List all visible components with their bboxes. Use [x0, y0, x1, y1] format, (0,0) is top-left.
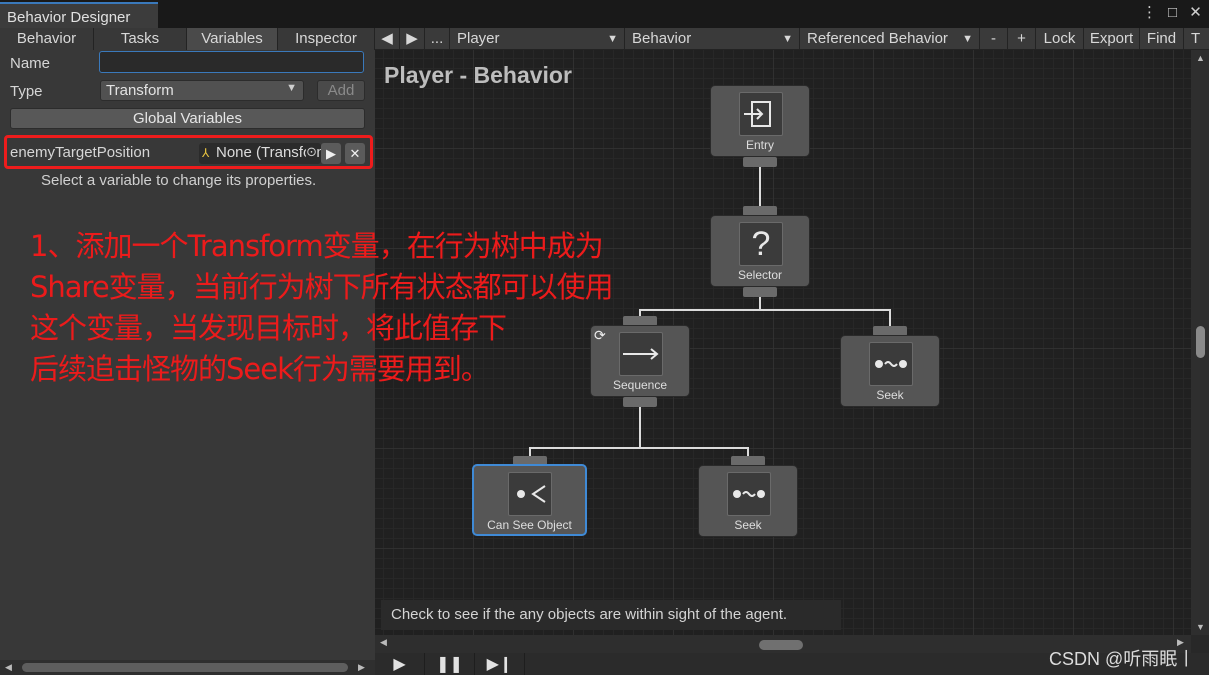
dropdown-caret-icon: ▼ [962, 33, 973, 45]
tab-variables[interactable]: Variables [187, 28, 278, 50]
zoom-in-button[interactable]: + [1008, 28, 1036, 50]
output-port[interactable] [743, 287, 777, 297]
global-variables-button[interactable]: Global Variables [10, 108, 365, 129]
annotation-line: Share变量，当前行为树下所有状态都可以使用 [30, 270, 614, 304]
close-icon[interactable]: ✕ [1188, 4, 1203, 22]
step-icon: ▶❙ [486, 656, 513, 673]
select-variable-hint: Select a variable to change its properti… [41, 172, 317, 189]
output-port[interactable] [623, 397, 657, 407]
seek-icon [727, 472, 771, 516]
type-label: Type [10, 83, 43, 100]
pause-button[interactable]: ❚❚ [425, 653, 475, 675]
annotation-line: 这个变量，当发现目标时，将此值存下 [30, 311, 507, 345]
annotation-line: 1、添加一个Transform变量，在行为树中成为 [30, 229, 604, 263]
object-select[interactable]: Player ▼ [450, 28, 625, 50]
object-select-value: Player [457, 30, 500, 47]
dropdown-caret-icon: ▼ [607, 33, 618, 45]
forward-button[interactable]: ▶ [400, 28, 425, 50]
export-button[interactable]: Export [1084, 28, 1140, 50]
zoom-out-button[interactable]: - [980, 28, 1008, 50]
pause-icon: ❚❚ [436, 656, 463, 673]
selector-node-label: Selector [737, 268, 783, 282]
entry-node-label: Entry [745, 138, 774, 152]
output-port[interactable] [743, 157, 777, 167]
name-label: Name [10, 55, 51, 72]
behavior-select[interactable]: Behavior ▼ [625, 28, 800, 50]
question-mark-icon: ? [739, 222, 783, 266]
annotation-text: 1、添加一个Transform变量，在行为树中成为 Share变量，当前行为树下… [30, 226, 720, 390]
seek-node-label: Seek [876, 388, 904, 402]
more-button[interactable]: ... [425, 28, 450, 50]
seek-node-bottom[interactable]: Seek [698, 465, 798, 537]
play-button[interactable]: ▶ [375, 653, 425, 675]
close-icon: ✕ [349, 146, 361, 161]
selector-node[interactable]: ? Selector [710, 215, 810, 287]
type-select-value: Transform [106, 82, 174, 99]
dropdown-caret-icon: ▼ [286, 82, 297, 94]
back-button[interactable]: ◀ [375, 28, 400, 50]
behavior-select-value: Behavior [632, 30, 692, 47]
connection-wire [639, 406, 641, 448]
connection-wire [529, 447, 749, 449]
scroll-down-arrow-icon[interactable]: ▼ [1196, 622, 1205, 632]
variable-name-input[interactable] [99, 51, 364, 73]
variable-row-highlight: enemyTargetPosition ⅄None (Transform) ⊙ … [4, 135, 373, 169]
tab-behavior[interactable]: Behavior [0, 28, 94, 50]
watermark: CSDN @听雨眠丨 [1049, 649, 1196, 669]
play-arrow-icon: ▶ [326, 146, 336, 161]
variable-name[interactable]: enemyTargetPosition [10, 144, 150, 161]
graph-title: Player - Behavior [384, 62, 572, 88]
seek-icon [869, 342, 913, 386]
connection-wire [889, 309, 891, 327]
entry-node[interactable]: Entry [710, 85, 810, 157]
scroll-up-arrow-icon[interactable]: ▲ [1196, 53, 1205, 63]
can-see-object-label: Can See Object [487, 518, 572, 532]
play-icon: ▶ [393, 656, 406, 673]
scroll-right-arrow-icon[interactable]: ▶ [358, 660, 365, 675]
window-titlebar: Behavior Designer ⋮ □ ✕ [0, 0, 1209, 28]
graph-toolbar: ◀ ▶ ... Player ▼ Behavior ▼ Referenced B… [375, 28, 1209, 50]
kebab-menu-icon[interactable]: ⋮ [1142, 4, 1157, 22]
add-variable-button[interactable]: Add [317, 80, 365, 101]
can-see-object-node[interactable]: Can See Object [472, 464, 587, 536]
connection-wire [759, 296, 761, 310]
seek-node-label: Seek [734, 518, 762, 532]
tab-inspector[interactable]: Inspector [278, 28, 375, 50]
expand-variable-button[interactable]: ▶ [321, 143, 341, 164]
scroll-left-arrow-icon[interactable]: ◀ [380, 637, 387, 648]
left-horizontal-scrollbar[interactable]: ◀ ▶ [0, 660, 375, 675]
find-button[interactable]: Find [1140, 28, 1184, 50]
seek-node-right[interactable]: Seek [840, 335, 940, 407]
step-button[interactable]: ▶❙ [475, 653, 525, 675]
left-tab-bar: Behavior Tasks Variables Inspector [0, 28, 375, 50]
scroll-left-arrow-icon[interactable]: ◀ [5, 660, 12, 675]
task-description: Check to see if the any objects are with… [381, 600, 841, 630]
vertical-scroll-thumb[interactable] [1196, 326, 1205, 358]
window-controls: ⋮ □ ✕ [1142, 4, 1203, 22]
variable-value-field[interactable]: ⅄None (Transform) ⊙ [199, 143, 321, 164]
object-picker-icon[interactable]: ⊙ [306, 144, 317, 160]
annotation-line: 后续追击怪物的Seek行为需要用到。 [30, 352, 490, 386]
eye-sight-icon [508, 472, 552, 516]
dropdown-caret-icon: ▼ [782, 33, 793, 45]
window-title-tab[interactable]: Behavior Designer [0, 2, 158, 28]
delete-variable-button[interactable]: ✕ [345, 143, 365, 164]
maximize-icon[interactable]: □ [1165, 4, 1180, 22]
overflow-button[interactable]: T [1184, 28, 1209, 50]
transform-icon: ⅄ [202, 146, 210, 160]
left-scroll-thumb[interactable] [22, 663, 348, 672]
variable-type-select[interactable]: Transform ▼ [100, 80, 304, 101]
tab-tasks[interactable]: Tasks [94, 28, 187, 50]
referenced-behavior-label: Referenced Behavior [807, 30, 948, 47]
horizontal-scroll-thumb[interactable] [759, 640, 803, 650]
entry-icon [739, 92, 783, 136]
lock-button[interactable]: Lock [1036, 28, 1084, 50]
referenced-behavior-select[interactable]: Referenced Behavior ▼ [800, 28, 980, 50]
graph-vertical-scrollbar[interactable]: ▲ ▼ [1191, 50, 1209, 635]
